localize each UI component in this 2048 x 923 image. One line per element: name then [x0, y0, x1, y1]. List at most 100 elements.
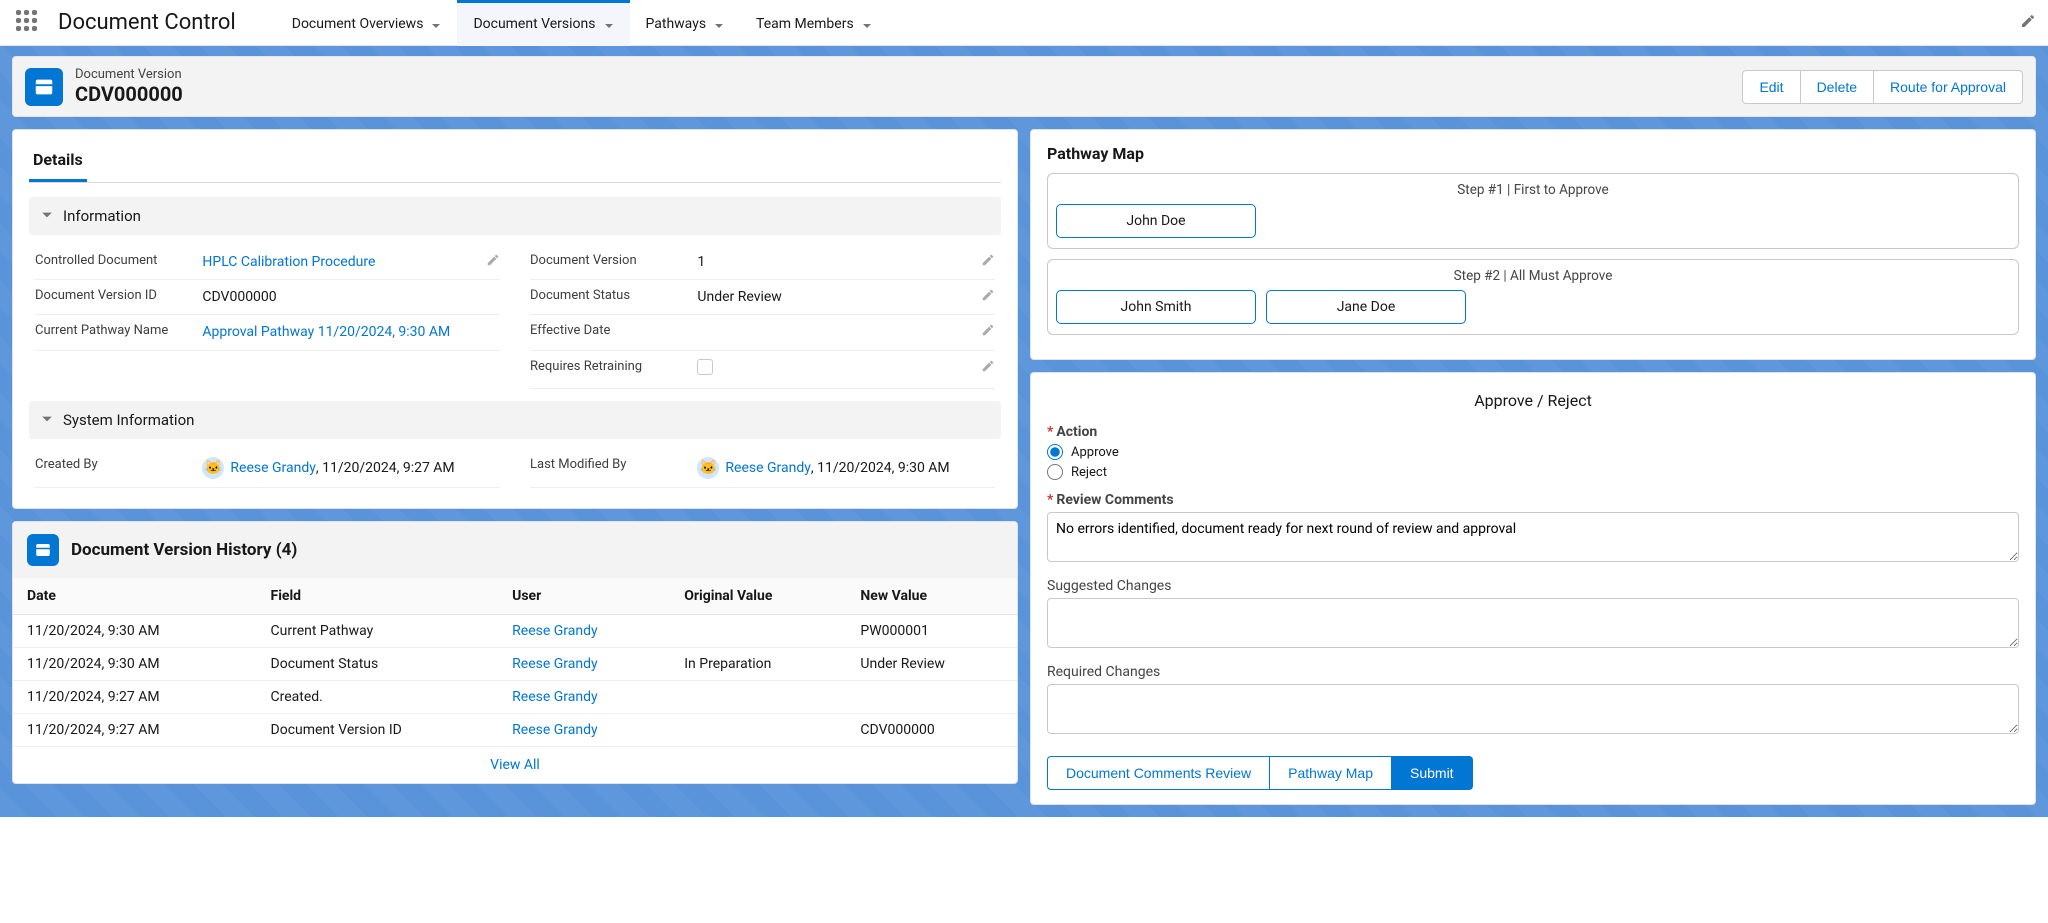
field-label: Document Version	[530, 253, 697, 270]
edit-nav-icon[interactable]	[2020, 13, 2036, 33]
radio-approve-row[interactable]: Approve	[1047, 444, 2019, 460]
current-pathway-link[interactable]: Approval Pathway 11/20/2024, 9:30 AM	[202, 324, 450, 340]
chevron-down-icon[interactable]	[714, 19, 724, 29]
review-comments-group: *Review Comments	[1047, 492, 2019, 566]
pathway-person-row: John Doe	[1056, 204, 2010, 238]
col-original-value: Original Value	[670, 578, 846, 615]
created-by-ts: , 11/20/2024, 9:27 AM	[316, 460, 455, 476]
reject-radio[interactable]	[1047, 464, 1063, 480]
nav-tab-label: Document Versions	[473, 16, 595, 32]
nav-tab-team-members[interactable]: Team Members	[740, 0, 888, 46]
top-nav: Document Control Document Overviews Docu…	[0, 0, 2048, 46]
nav-tab-document-overviews[interactable]: Document Overviews	[276, 0, 458, 46]
chevron-down-icon[interactable]	[604, 19, 614, 29]
record-header: Document Version CDV000000 Edit Delete R…	[12, 56, 2036, 117]
last-modified-by-ts: , 11/20/2024, 9:30 AM	[811, 460, 950, 476]
delete-button[interactable]: Delete	[1801, 70, 1874, 104]
route-for-approval-button[interactable]: Route for Approval	[1874, 70, 2023, 104]
chevron-down-icon	[41, 207, 53, 225]
view-all-link[interactable]: View All	[490, 757, 540, 773]
required-changes-input[interactable]	[1047, 684, 2019, 734]
history-header: Document Version History (4)	[13, 522, 1017, 578]
controlled-document-link[interactable]: HPLC Calibration Procedure	[202, 254, 375, 270]
created-by-user-link[interactable]: Reese Grandy	[230, 459, 315, 477]
cell-user: Reese Grandy	[498, 680, 670, 713]
tab-details[interactable]: Details	[29, 144, 87, 182]
review-comments-input[interactable]	[1047, 512, 2019, 562]
edit-field-icon[interactable]	[981, 323, 995, 341]
radio-reject-row[interactable]: Reject	[1047, 464, 2019, 480]
created-by-ts-value: 11/20/2024, 9:27 AM	[322, 460, 455, 476]
field-label: Last Modified By	[530, 457, 697, 474]
section-system-information[interactable]: System Information	[29, 401, 1001, 439]
chevron-down-icon[interactable]	[431, 19, 441, 29]
cell-field: Current Pathway	[257, 614, 499, 647]
pathway-map-title: Pathway Map	[1047, 144, 2019, 163]
field-document-version: Document Version 1	[530, 245, 995, 280]
pathway-map-card: Pathway Map Step #1 | First to Approve Jo…	[1030, 129, 2036, 360]
page-banner: Document Version CDV000000 Edit Delete R…	[0, 46, 2048, 129]
view-all-row: View All	[13, 747, 1017, 783]
history-user-link[interactable]: Reese Grandy	[512, 656, 597, 672]
edit-field-icon[interactable]	[981, 359, 995, 377]
field-document-version-id: Document Version ID CDV000000	[35, 280, 500, 315]
field-label: Requires Retraining	[530, 359, 697, 376]
cell-original-value	[670, 713, 846, 746]
history-user-link[interactable]: Reese Grandy	[512, 623, 597, 639]
field-label: Document Status	[530, 288, 697, 305]
review-comments-label: Review Comments	[1056, 492, 1173, 508]
cell-user: Reese Grandy	[498, 614, 670, 647]
history-card: Document Version History (4) Date Field …	[12, 521, 1018, 784]
nav-tab-pathways[interactable]: Pathways	[630, 0, 741, 46]
pathway-person[interactable]: John Smith	[1056, 290, 1256, 324]
avatar: 🐱	[697, 457, 719, 479]
field-value: 1	[697, 253, 995, 271]
chevron-down-icon[interactable]	[862, 19, 872, 29]
details-card: Details Information Controlled Document …	[12, 129, 1018, 509]
approve-radio-label: Approve	[1071, 445, 1119, 460]
chevron-down-icon	[41, 411, 53, 429]
cell-original-value	[670, 614, 846, 647]
last-modified-by-ts-value: 11/20/2024, 9:30 AM	[817, 460, 950, 476]
table-row: 11/20/2024, 9:30 AMCurrent PathwayReese …	[13, 614, 1017, 647]
table-row: 11/20/2024, 9:27 AMDocument Version IDRe…	[13, 713, 1017, 746]
edit-field-icon[interactable]	[486, 253, 500, 271]
history-title: Document Version History	[71, 540, 271, 560]
section-information[interactable]: Information	[29, 197, 1001, 235]
pathway-step-label: Step #2 | All Must Approve	[1056, 268, 2010, 284]
approve-radio[interactable]	[1047, 444, 1063, 460]
required-changes-label: Required Changes	[1047, 664, 2019, 680]
action-group: *Action Approve Reject	[1047, 424, 2019, 480]
pathway-person[interactable]: Jane Doe	[1266, 290, 1466, 324]
suggested-changes-input[interactable]	[1047, 598, 2019, 648]
field-controlled-document: Controlled Document HPLC Calibration Pro…	[35, 245, 500, 280]
cell-date: 11/20/2024, 9:27 AM	[13, 680, 257, 713]
submit-button[interactable]: Submit	[1392, 756, 1473, 790]
pathway-person[interactable]: John Doe	[1056, 204, 1256, 238]
nav-tab-document-versions[interactable]: Document Versions	[457, 0, 629, 46]
suggested-changes-group: Suggested Changes	[1047, 578, 2019, 652]
pathway-step: Step #1 | First to Approve John Doe	[1047, 173, 2019, 249]
edit-button[interactable]: Edit	[1742, 70, 1800, 104]
edit-field-icon[interactable]	[981, 288, 995, 306]
avatar: 🐱	[202, 457, 224, 479]
history-user-link[interactable]: Reese Grandy	[512, 722, 597, 738]
nav-tab-label: Pathways	[646, 16, 707, 32]
main-columns: Details Information Controlled Document …	[0, 129, 2048, 817]
history-user-link[interactable]: Reese Grandy	[512, 689, 597, 705]
pathway-step-label: Step #1 | First to Approve	[1056, 182, 2010, 198]
field-label: Created By	[35, 457, 202, 474]
nav-tab-label: Team Members	[756, 16, 854, 32]
field-requires-retraining: Requires Retraining	[530, 351, 995, 389]
last-modified-by-user-link[interactable]: Reese Grandy	[725, 459, 810, 477]
document-comments-review-button[interactable]: Document Comments Review	[1047, 756, 1270, 790]
record-actions: Edit Delete Route for Approval	[1742, 70, 2023, 104]
cell-field: Document Status	[257, 647, 499, 680]
col-user: User	[498, 578, 670, 615]
pathway-map-button[interactable]: Pathway Map	[1270, 756, 1392, 790]
app-launcher-icon[interactable]	[16, 10, 42, 36]
reject-radio-label: Reject	[1071, 465, 1107, 480]
app-title: Document Control	[58, 10, 236, 35]
table-row: 11/20/2024, 9:30 AMDocument StatusReese …	[13, 647, 1017, 680]
edit-field-icon[interactable]	[981, 253, 995, 271]
